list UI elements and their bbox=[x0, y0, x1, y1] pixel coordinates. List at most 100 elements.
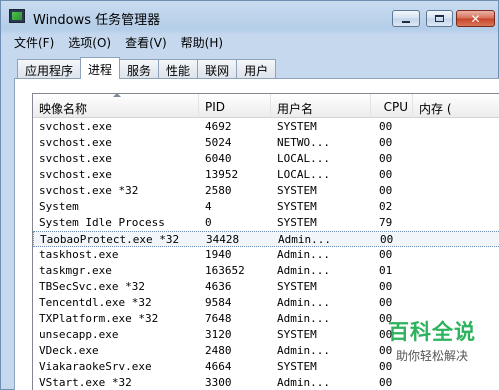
process-pid: 2580 bbox=[205, 184, 232, 197]
process-cpu: 00 bbox=[379, 184, 393, 197]
process-cpu: 02 bbox=[379, 200, 393, 213]
process-name: taskmgr.exe bbox=[39, 264, 112, 277]
process-row[interactable]: taskhost.exe 1940 Admin... 00 bbox=[33, 247, 499, 263]
column-pid[interactable]: PID bbox=[199, 94, 271, 118]
tab-applications[interactable]: 应用程序 bbox=[17, 59, 82, 78]
process-pid: 3120 bbox=[205, 328, 232, 341]
process-name: TaobaoProtect.exe *32 bbox=[40, 233, 180, 246]
tab-processes[interactable]: 进程 bbox=[80, 57, 121, 79]
list-header: 映像名称 PID 用户名 CPU 内存 ( bbox=[33, 94, 499, 118]
process-cpu: 00 bbox=[379, 120, 393, 133]
column-memory[interactable]: 内存 ( bbox=[413, 94, 499, 118]
process-name: ViakaraokeSrv.exe bbox=[39, 360, 152, 373]
process-row[interactable]: svchost.exe 13952 LOCAL... 00 bbox=[33, 167, 499, 183]
process-cpu: 00 bbox=[379, 280, 393, 293]
process-row[interactable]: TaobaoProtect.exe *32 34428 Admin... 00 bbox=[33, 231, 499, 247]
menu-view[interactable]: 查看(V) bbox=[118, 31, 174, 51]
menu-options[interactable]: 选项(O) bbox=[61, 31, 118, 51]
minimize-button[interactable] bbox=[392, 10, 420, 27]
process-name: VStart.exe *32 bbox=[39, 376, 132, 389]
process-pid: 4 bbox=[205, 200, 212, 213]
column-image-name[interactable]: 映像名称 bbox=[33, 94, 199, 118]
process-cpu: 00 bbox=[379, 376, 393, 389]
process-pid: 34428 bbox=[206, 233, 240, 246]
process-user: LOCAL... bbox=[277, 168, 330, 181]
column-cpu-label: CPU bbox=[383, 100, 408, 114]
process-name: svchost.exe bbox=[39, 136, 112, 149]
tab-strip: 应用程序 进程 服务 性能 联网 用户 bbox=[17, 57, 277, 79]
process-row[interactable]: VStart.exe *32 3300 Admin... 00 bbox=[33, 375, 499, 390]
process-name: System bbox=[39, 200, 79, 213]
column-cpu[interactable]: CPU bbox=[371, 94, 413, 118]
process-row[interactable]: svchost.exe 5024 NETWO... 00 bbox=[33, 135, 499, 151]
maximize-icon bbox=[435, 15, 444, 22]
watermark-subtitle: 助你轻松解决 bbox=[395, 349, 468, 363]
process-name: TBSecSvc.exe *32 bbox=[39, 280, 145, 293]
maximize-button[interactable] bbox=[426, 10, 453, 27]
process-row[interactable]: svchost.exe 6040 LOCAL... 00 bbox=[33, 151, 499, 167]
process-user: LOCAL... bbox=[277, 152, 330, 165]
process-pid: 3300 bbox=[205, 376, 232, 389]
process-row[interactable]: Tencentdl.exe *32 9584 Admin... 00 bbox=[33, 295, 499, 311]
column-memory-label: 内存 ( bbox=[419, 102, 452, 116]
process-name: TXPlatform.exe *32 bbox=[39, 312, 159, 325]
watermark-title: 百科全说 bbox=[388, 320, 476, 344]
process-user: SYSTEM bbox=[277, 120, 317, 133]
tab-users[interactable]: 用户 bbox=[236, 59, 277, 78]
process-user: NETWO... bbox=[277, 136, 330, 149]
process-user: SYSTEM bbox=[277, 360, 317, 373]
process-cpu: 01 bbox=[379, 264, 393, 277]
process-row[interactable]: System Idle Process 0 SYSTEM 79 bbox=[33, 215, 499, 231]
process-pid: 2480 bbox=[205, 344, 232, 357]
process-name: System Idle Process bbox=[39, 216, 165, 229]
tab-performance[interactable]: 性能 bbox=[158, 59, 199, 78]
process-cpu: 00 bbox=[379, 248, 393, 261]
process-name: svchost.exe bbox=[39, 168, 112, 181]
process-name: taskhost.exe bbox=[39, 248, 119, 261]
column-pid-label: PID bbox=[205, 100, 226, 114]
process-name: VDeck.exe bbox=[39, 344, 99, 357]
process-cpu: 00 bbox=[379, 168, 393, 181]
process-row[interactable]: svchost.exe *32 2580 SYSTEM 00 bbox=[33, 183, 499, 199]
process-row[interactable]: svchost.exe 4692 SYSTEM 00 bbox=[33, 119, 499, 135]
process-name: svchost.exe bbox=[39, 152, 112, 165]
column-user-name[interactable]: 用户名 bbox=[271, 94, 371, 118]
process-name: svchost.exe bbox=[39, 120, 112, 133]
process-pid: 4636 bbox=[205, 280, 232, 293]
process-pid: 6040 bbox=[205, 152, 232, 165]
tab-services[interactable]: 服务 bbox=[119, 59, 160, 78]
close-icon: ✕ bbox=[470, 11, 481, 26]
process-pid: 4692 bbox=[205, 120, 232, 133]
menu-help[interactable]: 帮助(H) bbox=[174, 31, 230, 51]
tab-networking[interactable]: 联网 bbox=[197, 59, 238, 78]
process-user: Admin... bbox=[278, 233, 331, 246]
process-user: Admin... bbox=[277, 312, 330, 325]
process-user: Admin... bbox=[277, 264, 330, 277]
process-pid: 7648 bbox=[205, 312, 232, 325]
process-row[interactable]: TBSecSvc.exe *32 4636 SYSTEM 00 bbox=[33, 279, 499, 295]
process-pid: 1940 bbox=[205, 248, 232, 261]
process-user: Admin... bbox=[277, 344, 330, 357]
process-user: Admin... bbox=[277, 376, 330, 389]
process-cpu: 00 bbox=[379, 296, 393, 309]
process-user: Admin... bbox=[277, 248, 330, 261]
window-title: Windows 任务管理器 bbox=[33, 13, 161, 28]
process-row[interactable]: System 4 SYSTEM 02 bbox=[33, 199, 499, 215]
process-user: SYSTEM bbox=[277, 184, 317, 197]
sort-ascending-icon bbox=[113, 94, 121, 97]
process-row[interactable]: taskmgr.exe 163652 Admin... 01 bbox=[33, 263, 499, 279]
process-user: SYSTEM bbox=[277, 200, 317, 213]
column-user-name-label: 用户名 bbox=[277, 102, 314, 116]
process-user: SYSTEM bbox=[277, 280, 317, 293]
title-bar[interactable]: Windows 任务管理器 ✕ bbox=[1, 1, 499, 31]
task-manager-icon bbox=[9, 9, 25, 23]
watermark-logo: 百科全说 助你轻松解决 bbox=[364, 316, 499, 371]
process-pid: 9584 bbox=[205, 296, 232, 309]
minimize-icon bbox=[402, 20, 410, 23]
process-user: SYSTEM bbox=[277, 328, 317, 341]
process-pid: 0 bbox=[205, 216, 212, 229]
menu-file[interactable]: 文件(F) bbox=[7, 31, 61, 51]
close-button[interactable]: ✕ bbox=[456, 10, 495, 27]
process-pid: 13952 bbox=[205, 168, 239, 181]
menu-bar: 文件(F) 选项(O) 查看(V) 帮助(H) bbox=[1, 31, 499, 51]
